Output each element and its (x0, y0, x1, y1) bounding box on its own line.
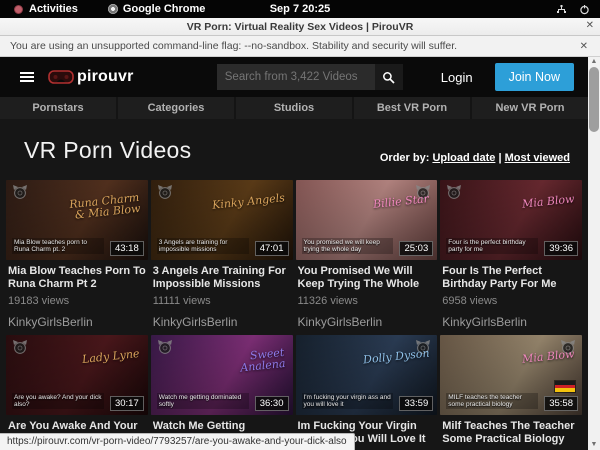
browser-viewport: pirouvr Login Join Now PornstarsCategori… (0, 57, 600, 450)
thumbnail-caption: You promised we will keep trying the who… (302, 238, 394, 254)
scrollbar-thumb[interactable] (589, 67, 599, 132)
view-count: 11326 views (298, 295, 436, 307)
order-upload-date-link[interactable]: Upload date (432, 152, 495, 164)
search-form (217, 64, 403, 90)
nav-item-studios[interactable]: Studios (236, 97, 352, 119)
thumbnail-caption: Watch me getting dominated softly (157, 393, 249, 409)
video-thumbnail[interactable]: Billie Star You promised we will keep tr… (296, 180, 438, 260)
video-title[interactable]: Mia Blow Teaches Porn To Runa Charm Pt 2 (8, 265, 146, 290)
video-thumbnail[interactable]: Dolly Dyson I'm fucking your virgin ass … (296, 335, 438, 415)
status-url-bar: https://pirouvr.com/vr-porn-video/779325… (0, 433, 355, 450)
network-icon[interactable] (556, 4, 567, 15)
system-top-bar: Activities Google Chrome Sep 7 20:25 (0, 0, 600, 18)
window-close-icon[interactable]: ✕ (586, 20, 594, 31)
video-grid: Runa Charm & Mia Blow Mia Blow teaches p… (0, 180, 588, 450)
duration-badge: 35:58 (544, 396, 578, 411)
studio-cat-mask-icon (12, 340, 28, 359)
video-card[interactable]: Kinky Angels 3 Angels are training for i… (151, 180, 293, 329)
duration-badge: 39:36 (544, 241, 578, 256)
studio-link[interactable]: KinkyGirlsBerlin (8, 315, 146, 329)
studio-cat-mask-icon (157, 185, 173, 204)
order-by: Order by: Upload date | Most viewed (380, 152, 570, 164)
german-flag-icon (554, 380, 576, 393)
video-thumbnail[interactable]: Runa Charm & Mia Blow Mia Blow teaches p… (6, 180, 148, 260)
page-scrollbar[interactable]: ▲ ▼ (588, 57, 600, 450)
menu-icon[interactable] (20, 72, 34, 82)
scroll-up-icon[interactable]: ▲ (588, 57, 600, 67)
studio-cat-mask-icon (12, 185, 28, 204)
video-card[interactable]: Mia Blow Four is the perfect birthday pa… (440, 180, 582, 329)
warning-text: You are using an unsupported command-lin… (10, 40, 457, 52)
thumbnail-caption: MILF teaches the teacher some practical … (446, 393, 538, 409)
screen: Activities Google Chrome Sep 7 20:25 VR … (0, 0, 600, 450)
studio-link[interactable]: KinkyGirlsBerlin (298, 315, 436, 329)
power-icon[interactable] (579, 4, 590, 15)
thumbnail-caption: Four is the perfect birthday party for m… (446, 238, 538, 254)
login-link[interactable]: Login (441, 70, 473, 85)
search-icon (382, 71, 395, 84)
search-button[interactable] (375, 64, 403, 90)
studio-link[interactable]: KinkyGirlsBerlin (153, 315, 291, 329)
video-card[interactable]: Mia Blow MILF teaches the teacher some p… (440, 335, 582, 450)
site-logo[interactable]: pirouvr (48, 68, 134, 86)
site-logo-text: pirouvr (77, 68, 134, 86)
duration-badge: 25:03 (399, 241, 433, 256)
duration-badge: 43:18 (110, 241, 144, 256)
order-most-viewed-link[interactable]: Most viewed (505, 152, 570, 164)
duration-badge: 30:17 (110, 396, 144, 411)
thumbnail-caption: Are you awake? And your dick also? (12, 393, 104, 409)
studio-link[interactable]: KinkyGirlsBerlin (442, 315, 580, 329)
duration-badge: 33:59 (399, 396, 433, 411)
studio-cat-mask-icon (446, 185, 462, 204)
thumbnail-caption: Mia Blow teaches porn to Runa Charm pt. … (12, 238, 104, 254)
video-thumbnail[interactable]: Kinky Angels 3 Angels are training for i… (151, 180, 293, 260)
clock[interactable]: Sep 7 20:25 (0, 3, 600, 15)
page-title-row: VR Porn Videos Order by: Upload date | M… (0, 119, 588, 180)
video-thumbnail[interactable]: Sweet Analena Watch me getting dominated… (151, 335, 293, 415)
tab-title: VR Porn: Virtual Reality Sex Videos | Pi… (187, 21, 414, 33)
search-input[interactable] (217, 64, 375, 90)
site-header: pirouvr Login Join Now (0, 57, 588, 97)
video-title[interactable]: Milf Teaches The Teacher Some Practical … (442, 420, 580, 445)
warning-close-icon[interactable]: ✕ (580, 41, 588, 52)
view-count: 19183 views (8, 295, 146, 307)
order-separator: | (498, 152, 501, 164)
duration-badge: 36:30 (255, 396, 289, 411)
thumbnail-caption: I'm fucking your virgin ass and you will… (302, 393, 394, 409)
video-thumbnail[interactable]: Mia Blow MILF teaches the teacher some p… (440, 335, 582, 415)
thumbnail-caption: 3 Angels are training for impossible mis… (157, 238, 249, 254)
vr-goggles-icon (48, 69, 74, 85)
join-now-button[interactable]: Join Now (495, 63, 574, 91)
view-count: 6958 views (442, 295, 580, 307)
duration-badge: 47:01 (255, 241, 289, 256)
main-nav: PornstarsCategoriesStudiosBest VR PornNe… (0, 97, 588, 119)
video-card[interactable]: Runa Charm & Mia Blow Mia Blow teaches p… (6, 180, 148, 329)
nav-item-new-vr-porn[interactable]: New VR Porn (472, 97, 588, 119)
video-thumbnail[interactable]: Mia Blow Four is the perfect birthday pa… (440, 180, 582, 260)
video-title[interactable]: 3 Angels Are Training For Impossible Mis… (153, 265, 291, 290)
video-thumbnail[interactable]: Lady Lyne Are you awake? And your dick a… (6, 335, 148, 415)
page-title: VR Porn Videos (24, 137, 191, 164)
sandbox-warning-bar: You are using an unsupported command-lin… (0, 36, 600, 57)
scroll-down-icon[interactable]: ▼ (588, 440, 600, 450)
browser-titlebar: VR Porn: Virtual Reality Sex Videos | Pi… (0, 18, 600, 36)
order-by-label: Order by: (380, 152, 430, 164)
nav-item-pornstars[interactable]: Pornstars (0, 97, 116, 119)
view-count: 11111 views (153, 295, 291, 307)
nav-item-categories[interactable]: Categories (118, 97, 234, 119)
video-card[interactable]: Billie Star You promised we will keep tr… (296, 180, 438, 329)
nav-item-best-vr-porn[interactable]: Best VR Porn (354, 97, 470, 119)
video-title[interactable]: Four Is The Perfect Birthday Party For M… (442, 265, 580, 290)
studio-cat-mask-icon (157, 340, 173, 359)
video-title[interactable]: You Promised We Will Keep Trying The Who… (298, 265, 436, 290)
